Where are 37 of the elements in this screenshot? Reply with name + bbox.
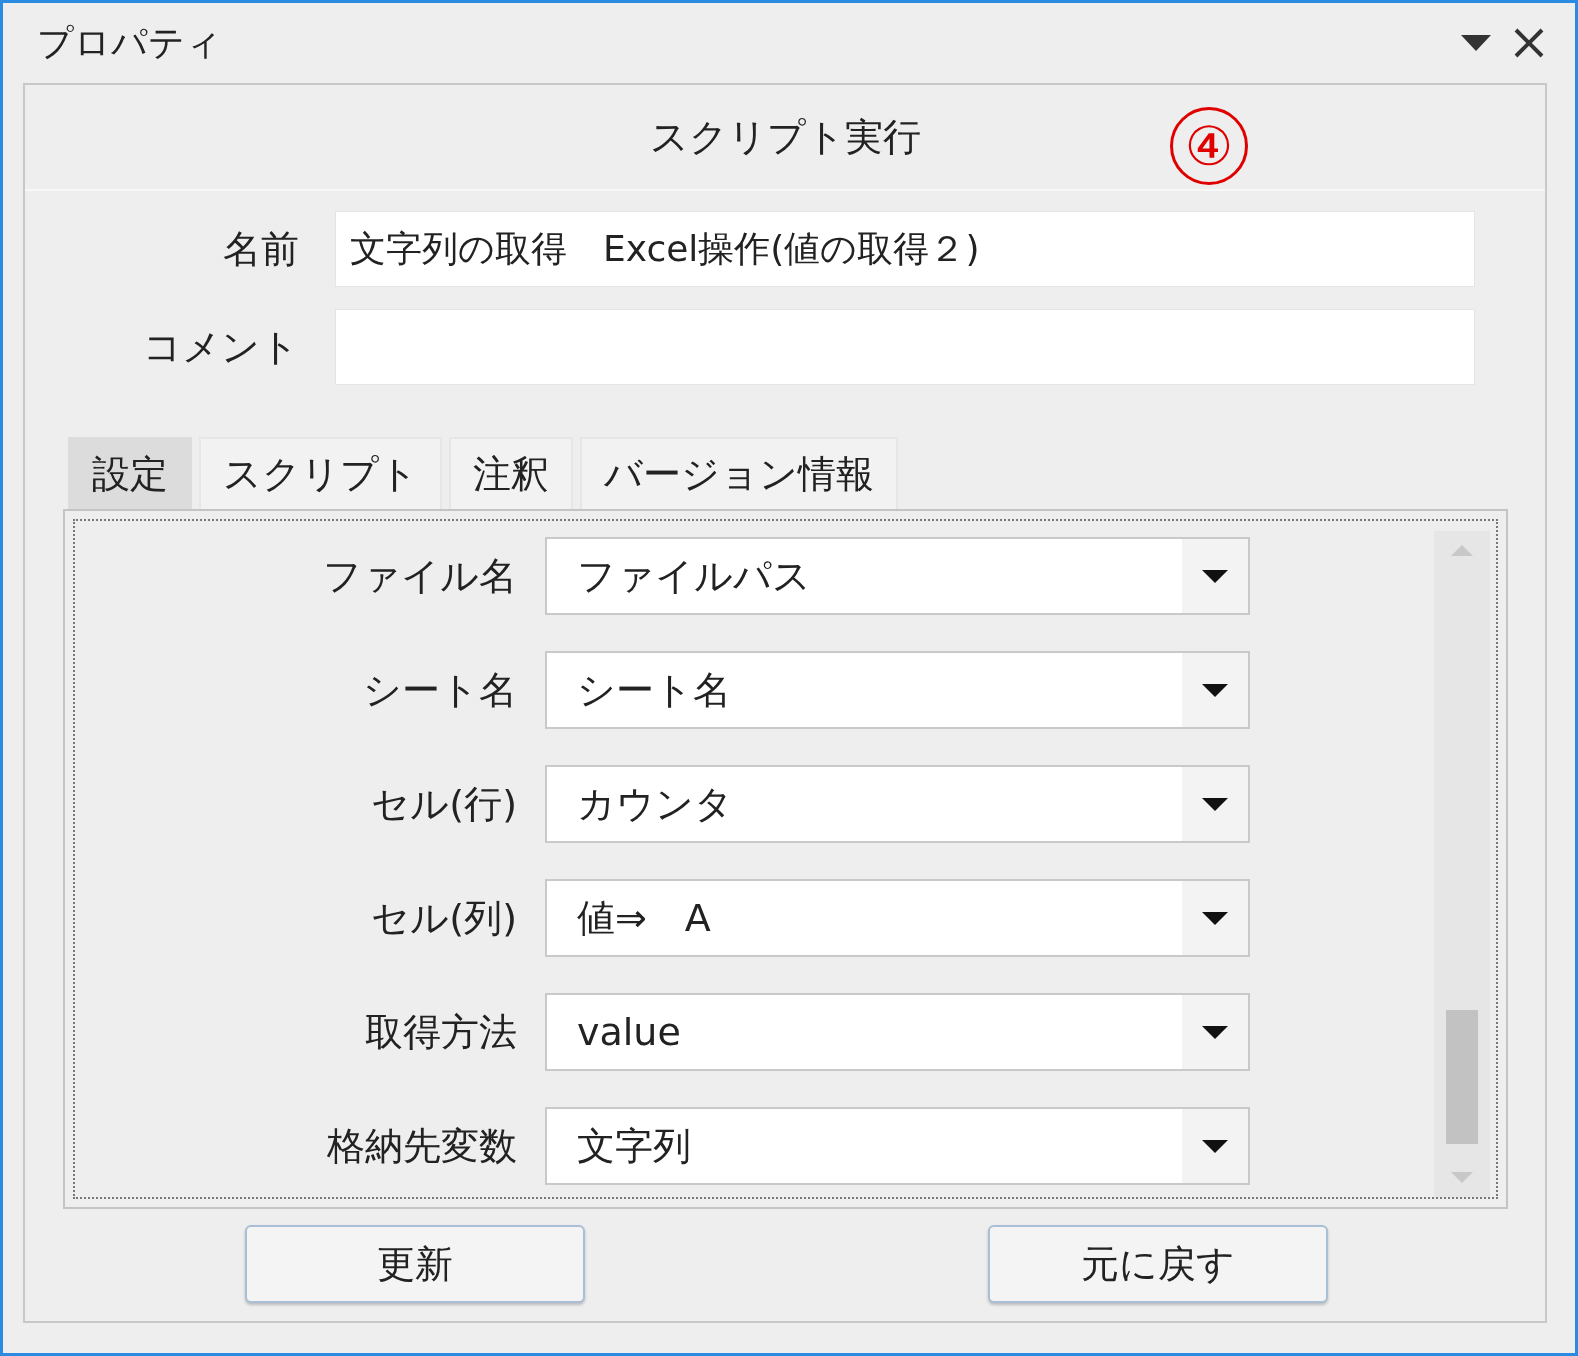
tab[interactable]: スクリプト: [199, 437, 442, 509]
tab[interactable]: バージョン情報: [580, 437, 898, 509]
dropdown-field[interactable]: 値⇒ A: [545, 879, 1250, 957]
action-button[interactable]: 更新: [245, 1225, 585, 1303]
text-field[interactable]: 文字列の取得 Excel操作(値の取得２): [335, 211, 1475, 287]
caret-icon: [1202, 797, 1228, 811]
scroll-down-icon[interactable]: [1451, 1172, 1473, 1183]
setting-label: 取得方法: [364, 1008, 518, 1056]
setting-label: 格納先変数: [326, 1122, 518, 1170]
caret-icon: [1202, 569, 1228, 583]
scrollbar[interactable]: [1434, 531, 1490, 1197]
field-label: 名前: [222, 225, 300, 273]
setting-label: セル(列): [370, 894, 518, 942]
caret-icon: [1202, 683, 1228, 697]
dropdown-icon[interactable]: [1461, 35, 1491, 51]
setting-label: シート名: [362, 666, 518, 714]
caret-icon: [1202, 1139, 1228, 1153]
setting-label: セル(行): [370, 780, 518, 828]
dropdown-field[interactable]: 文字列: [545, 1107, 1250, 1185]
field-label: コメント: [142, 323, 300, 371]
dropdown-field[interactable]: カウンタ: [545, 765, 1250, 843]
window-title: プロパティ: [37, 20, 223, 65]
caret-icon: [1202, 911, 1228, 925]
tab[interactable]: 設定: [68, 437, 192, 509]
close-icon[interactable]: [1513, 27, 1545, 59]
text-field[interactable]: [335, 309, 1475, 385]
tab[interactable]: 注釈: [449, 437, 573, 509]
action-button[interactable]: 元に戻す: [988, 1225, 1328, 1303]
scroll-thumb[interactable]: [1446, 1010, 1478, 1144]
setting-label: ファイル名: [322, 552, 518, 600]
header-title: スクリプト実行: [649, 113, 921, 161]
scroll-up-icon[interactable]: [1451, 545, 1473, 556]
caret-icon: [1202, 1025, 1228, 1039]
annotation-number: ④: [1170, 107, 1248, 185]
dropdown-field[interactable]: value: [545, 993, 1250, 1071]
dropdown-field[interactable]: ファイルパス: [545, 537, 1250, 615]
dropdown-field[interactable]: シート名: [545, 651, 1250, 729]
